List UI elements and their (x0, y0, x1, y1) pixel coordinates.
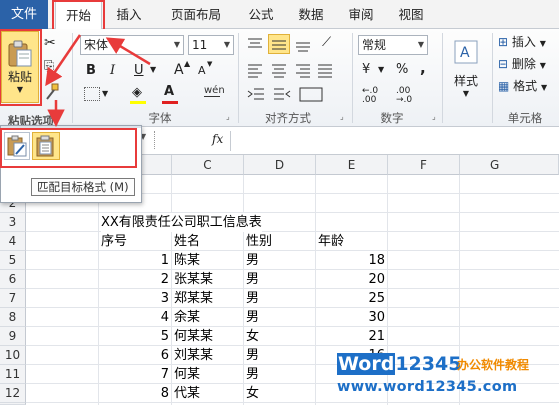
logo-brand-part2: 12345 (395, 353, 462, 375)
watermark-logo: Word12345 办公软件教程 www.word12345.com (337, 352, 559, 405)
arrow-to-tab (105, 37, 151, 66)
arrow-to-paste (45, 34, 82, 87)
logo-url: www.word12345.com (337, 379, 518, 395)
annotation-arrows (45, 34, 151, 127)
logo-brand-part1: Word (337, 353, 396, 375)
logo-slogan: 办公软件教程 (457, 358, 530, 372)
logo-brand: Word12345 (337, 352, 461, 376)
